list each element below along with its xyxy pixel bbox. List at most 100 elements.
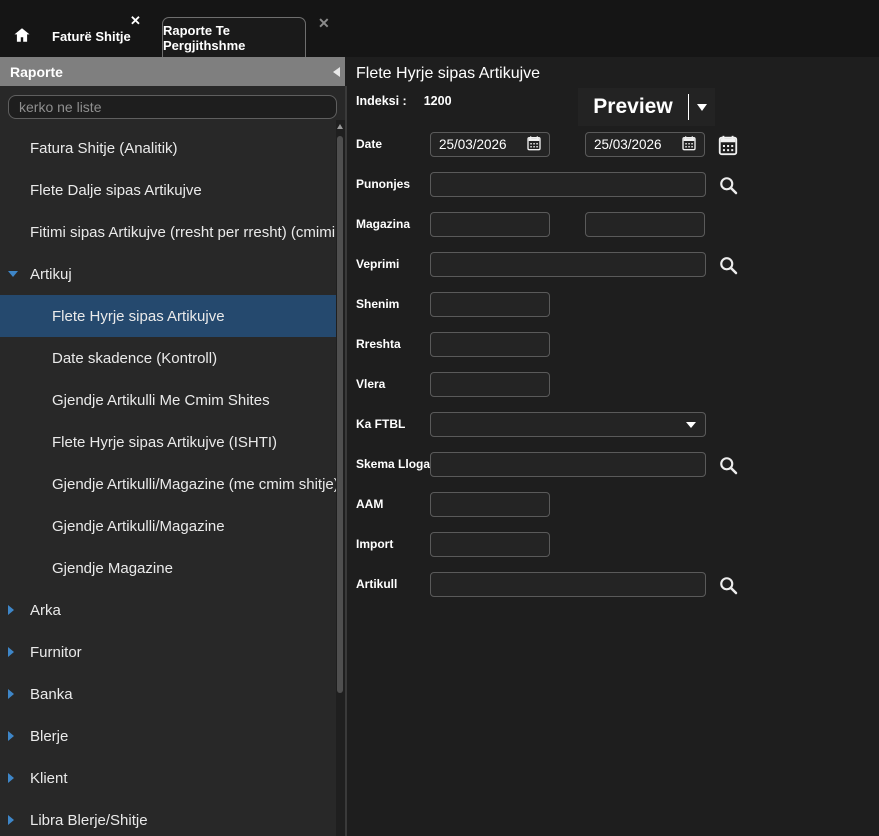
field-label: Date (356, 132, 382, 157)
tree-item-gjendje-artikulli-magazine[interactable]: Gjendje Artikulli/Magazine (0, 505, 336, 547)
field-label: Punonjes (356, 172, 410, 197)
tree-item-label: Artikuj (30, 266, 72, 283)
magazina-input-1[interactable] (430, 212, 550, 237)
punonjes-input[interactable] (430, 172, 706, 197)
page-title: Flete Hyrje sipas Artikujve (356, 65, 540, 83)
rreshta-input[interactable] (430, 332, 550, 357)
chevron-down-icon (686, 422, 696, 428)
report-tree: Fatura Shitje (Analitik) Flete Dalje sipa… (0, 127, 336, 836)
chevron-right-icon[interactable] (8, 731, 14, 741)
reports-sidebar: Raporte Fatura Shitje (Analitik) Flete Da… (0, 57, 345, 836)
shenim-input[interactable] (430, 292, 550, 317)
date-to-input[interactable]: 25/03/2026 (585, 132, 705, 157)
chevron-down-icon (697, 104, 707, 111)
tree-item-label: Gjendje Artikulli Me Cmim Shites (52, 392, 270, 409)
chevron-down-icon[interactable] (8, 271, 18, 277)
field-row-date: Date 25/03/2026 25/03/2026 (347, 132, 879, 157)
aam-input[interactable] (430, 492, 550, 517)
tree-item-label: Arka (30, 602, 61, 619)
tree-item-furnitor[interactable]: Furnitor (0, 631, 336, 673)
import-input[interactable] (430, 532, 550, 557)
preview-button-label: Preview (578, 95, 688, 119)
search-icon[interactable] (716, 573, 740, 597)
veprimi-input[interactable] (430, 252, 706, 277)
tree-item-label: Flete Hyrje sipas Artikujve (52, 308, 225, 325)
sidebar-scrollbar[interactable] (336, 120, 345, 836)
field-row-skema-llogari: Skema Llogari (347, 452, 879, 477)
index-value: 1200 (424, 94, 452, 108)
search-icon[interactable] (716, 453, 740, 477)
preview-dropdown-toggle[interactable] (689, 104, 715, 111)
collapse-left-icon[interactable] (333, 67, 340, 77)
tree-item-label: Gjendje Magazine (52, 560, 173, 577)
field-row-vlera: Vlera (347, 372, 879, 397)
tree-item-fitimi-sipas-artikujve-rresht-per-rresht[interactable]: Fitimi sipas Artikujve (rresht per rresh… (0, 211, 336, 253)
chevron-right-icon[interactable] (8, 689, 14, 699)
field-row-rreshta: Rreshta (347, 332, 879, 357)
search-icon[interactable] (716, 173, 740, 197)
scroll-up-icon[interactable] (337, 124, 343, 129)
field-label: Ka FTBL (356, 412, 405, 437)
artikull-input[interactable] (430, 572, 706, 597)
chevron-right-icon[interactable] (8, 605, 14, 615)
tree-item-klient[interactable]: Klient (0, 757, 336, 799)
close-icon[interactable]: ✕ (318, 15, 330, 32)
field-row-import: Import (347, 532, 879, 557)
index-label: Indeksi : (356, 94, 407, 108)
field-row-aam: AAM (347, 492, 879, 517)
tree-item-libra-blerje-shitje[interactable]: Libra Blerje/Shitje (0, 799, 336, 836)
tree-item-label: Blerje (30, 728, 68, 745)
vlera-input[interactable] (430, 372, 550, 397)
report-detail-panel: Flete Hyrje sipas Artikujve Indeksi : 120… (347, 57, 879, 836)
tree-item-gjendje-artikulli-me-cmim-shites[interactable]: Gjendje Artikulli Me Cmim Shites (0, 379, 336, 421)
search-input[interactable] (8, 95, 337, 119)
index-row: Indeksi : 1200 (356, 94, 452, 108)
tree-item-banka[interactable]: Banka (0, 673, 336, 715)
date-value: 25/03/2026 (594, 137, 662, 152)
search-icon[interactable] (716, 253, 740, 277)
field-row-punonjes: Punonjes (347, 172, 879, 197)
field-label: Import (356, 532, 393, 557)
tree-item-label: Fitimi sipas Artikujve (rresht per rresh… (30, 224, 336, 241)
tree-item-flete-hyrje-sipas-artikujve[interactable]: Flete Hyrje sipas Artikujve (0, 295, 336, 337)
skema-llogari-input[interactable] (430, 452, 706, 477)
calendar-icon[interactable] (716, 133, 740, 157)
field-row-magazina: Magazina (347, 212, 879, 237)
tree-item-label: Flete Hyrje sipas Artikujve (ISHTI) (52, 434, 277, 451)
tree-item-gjendje-artikulli-magazine-me-cmim-shitj[interactable]: Gjendje Artikulli/Magazine (me cmim shit… (0, 463, 336, 505)
field-label: AAM (356, 492, 383, 517)
tree-item-fatura-shitje-analitik[interactable]: Fatura Shitje (Analitik) (0, 127, 336, 169)
tree-item-artikuj[interactable]: Artikuj (0, 253, 336, 295)
tab-fature-shitje[interactable]: Faturë Shitje (52, 29, 131, 44)
tree-item-label: Fatura Shitje (Analitik) (30, 140, 178, 157)
close-icon[interactable]: ✕ (130, 13, 141, 29)
date-from-input[interactable]: 25/03/2026 (430, 132, 550, 157)
tree-item-flete-dalje-sipas-artikujve[interactable]: Flete Dalje sipas Artikujve (0, 169, 336, 211)
tree-item-label: Furnitor (30, 644, 82, 661)
field-label: Skema Llogari (356, 452, 438, 477)
tree-item-gjendje-magazine[interactable]: Gjendje Magazine (0, 547, 336, 589)
field-row-ka-ftbl: Ka FTBL (347, 412, 879, 437)
tree-item-flete-hyrje-sipas-artikujve-ishti[interactable]: Flete Hyrje sipas Artikujve (ISHTI) (0, 421, 336, 463)
tree-item-label: Gjendje Artikulli/Magazine (52, 518, 225, 535)
scrollbar-thumb[interactable] (337, 136, 343, 693)
chevron-right-icon[interactable] (8, 773, 14, 783)
field-label: Vlera (356, 372, 385, 397)
tree-item-date-skadence-kontroll[interactable]: Date skadence (Kontroll) (0, 337, 336, 379)
tab-raporte-te-pergjithshme[interactable]: Raporte Te Pergjithshme (162, 17, 306, 57)
tree-item-label: Date skadence (Kontroll) (52, 350, 217, 367)
field-row-artikull: Artikull (347, 572, 879, 597)
calendar-icon[interactable] (681, 135, 697, 154)
app-window: Faturë Shitje ✕ Raporte Te Pergjithshme … (0, 0, 879, 836)
chevron-right-icon[interactable] (8, 815, 14, 825)
date-value: 25/03/2026 (439, 137, 507, 152)
preview-button[interactable]: Preview (578, 88, 715, 126)
magazina-input-2[interactable] (585, 212, 705, 237)
home-icon[interactable] (12, 26, 32, 44)
chevron-right-icon[interactable] (8, 647, 14, 657)
tree-item-arka[interactable]: Arka (0, 589, 336, 631)
calendar-icon[interactable] (526, 135, 542, 154)
ka-ftbl-select[interactable] (430, 412, 706, 437)
sidebar-title: Raporte (10, 64, 63, 80)
tree-item-blerje[interactable]: Blerje (0, 715, 336, 757)
